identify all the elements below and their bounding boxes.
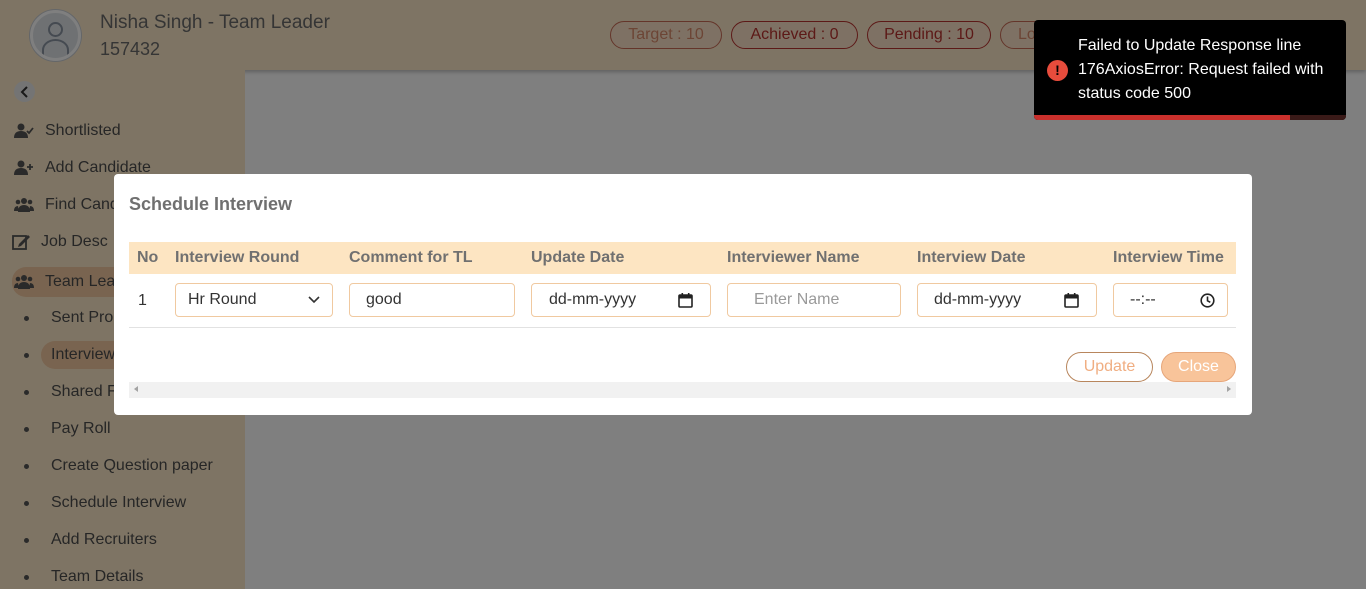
- interview-date-input[interactable]: dd-mm-yyyy: [917, 283, 1097, 317]
- toast-message: Failed to Update Response line 176AxiosE…: [1078, 37, 1324, 102]
- update-date-input[interactable]: dd-mm-yyyy: [531, 283, 711, 317]
- column-header-interview-time: Interview Time: [1113, 249, 1224, 266]
- comment-value: good: [366, 291, 402, 308]
- calendar-icon[interactable]: [1064, 293, 1079, 308]
- column-header-interviewer-name: Interviewer Name: [727, 249, 860, 266]
- scroll-left-icon[interactable]: [134, 386, 138, 392]
- column-header-no: No: [137, 249, 159, 266]
- close-button[interactable]: Close: [1161, 352, 1236, 382]
- row-number: 1: [138, 292, 147, 309]
- interview-time-input[interactable]: --:--: [1113, 283, 1228, 317]
- clock-icon[interactable]: [1200, 293, 1215, 308]
- calendar-icon[interactable]: [678, 293, 693, 308]
- table-header: No Interview Round Comment for TL Update…: [129, 242, 1236, 274]
- interviewer-name-placeholder: Enter Name: [754, 291, 840, 308]
- modal-title: Schedule Interview: [129, 194, 293, 214]
- horizontal-scrollbar[interactable]: [129, 382, 1236, 398]
- chevron-down-icon: [308, 296, 320, 304]
- update-button[interactable]: Update: [1066, 352, 1153, 382]
- interview-round-value: Hr Round: [188, 291, 257, 308]
- toast-progress-bar: [1034, 115, 1290, 120]
- interviewer-name-input[interactable]: Enter Name: [727, 283, 901, 317]
- error-toast[interactable]: ! Failed to Update Response line 176Axio…: [1034, 20, 1346, 120]
- interview-date-placeholder: dd-mm-yyyy: [934, 291, 1022, 308]
- comment-input[interactable]: good: [349, 283, 515, 317]
- column-header-interview-round: Interview Round: [175, 249, 300, 266]
- update-date-placeholder: dd-mm-yyyy: [549, 291, 637, 308]
- table-row-divider: [129, 327, 1236, 328]
- scroll-right-icon[interactable]: [1227, 386, 1231, 392]
- interview-round-select[interactable]: Hr Round: [175, 283, 333, 317]
- column-header-comment: Comment for TL: [349, 249, 473, 266]
- interview-time-placeholder: --:--: [1130, 291, 1156, 308]
- schedule-interview-modal: Schedule Interview No Interview Round Co…: [114, 174, 1252, 415]
- column-header-update-date: Update Date: [531, 249, 625, 266]
- error-icon: !: [1047, 60, 1068, 81]
- column-header-interview-date: Interview Date: [917, 249, 1026, 266]
